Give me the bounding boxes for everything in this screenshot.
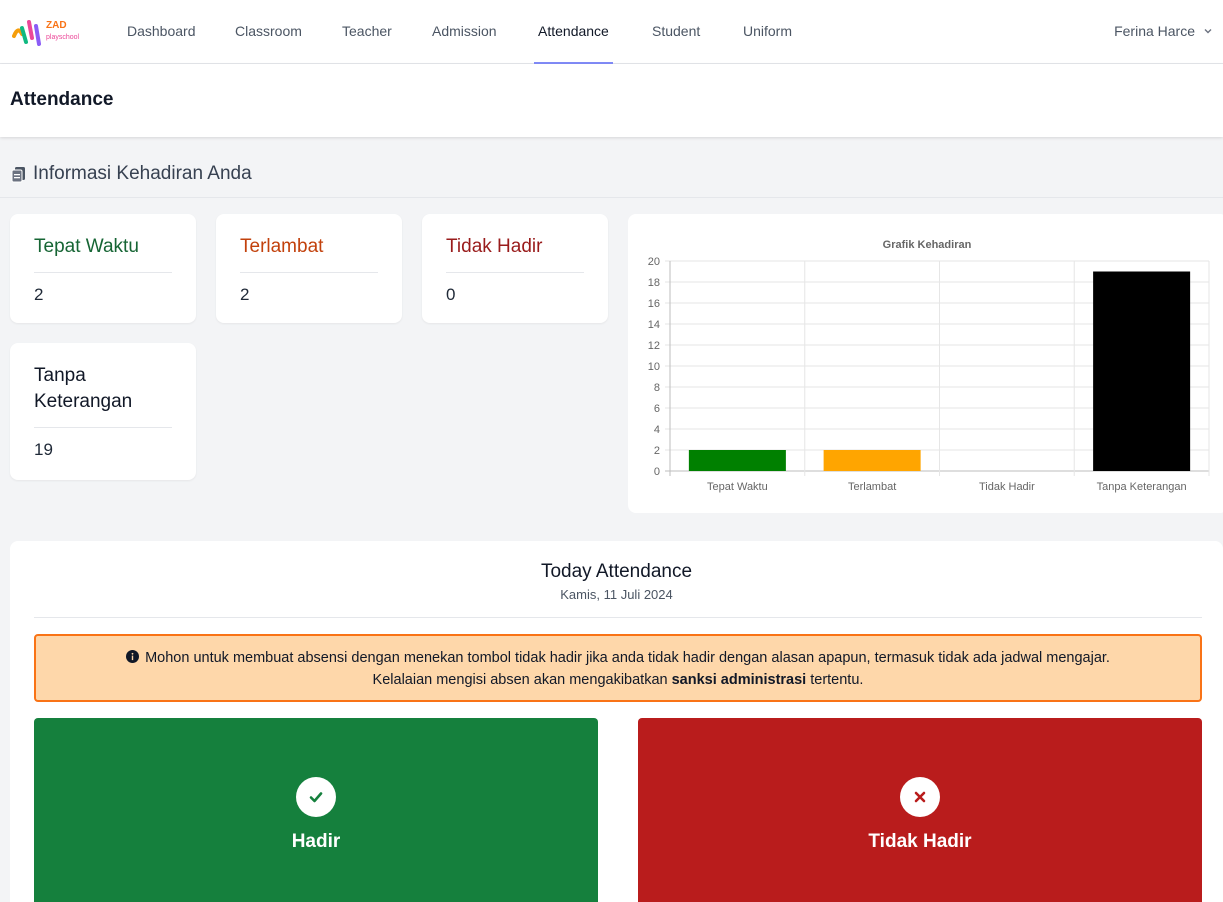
tidak-hadir-button[interactable]: Tidak Hadir	[638, 718, 1202, 902]
stat-value: 19	[34, 440, 53, 459]
check-circle	[296, 777, 336, 817]
y-tick-label: 12	[648, 340, 660, 352]
stat-value: 2	[34, 285, 44, 304]
y-tick-label: 4	[654, 424, 660, 436]
tidak-hadir-label: Tidak Hadir	[868, 831, 972, 852]
y-tick-label: 0	[654, 466, 660, 478]
svg-text:playschool: playschool	[46, 34, 80, 41]
stat-card-terlambat: Terlambat 2	[216, 214, 402, 323]
y-tick-label: 10	[648, 361, 660, 373]
y-tick-label: 6	[654, 403, 660, 415]
stat-label: Terlambat	[240, 234, 378, 273]
today-title: Today Attendance	[540, 561, 693, 582]
stat-label: Tanpa Keterangan	[34, 363, 172, 428]
clipboard-icon	[11, 166, 25, 182]
nav-teacher[interactable]: Teacher	[338, 0, 396, 64]
bar-tanpa-keterangan	[1093, 271, 1191, 471]
page-header: Attendance	[0, 64, 1223, 137]
chart-title: Grafik Kehadiran	[883, 239, 972, 251]
stat-card-tepat-waktu: Tepat Waktu 2	[10, 214, 196, 323]
y-tick-label: 14	[648, 319, 660, 331]
notice-text-2: Kelalaian mengisi absen akan mengakibatk…	[372, 672, 672, 688]
x-circle	[900, 777, 940, 817]
notice-line-2: Kelalaian mengisi absen akan mengakibatk…	[36, 669, 1200, 691]
today-attendance-card: Today Attendance Kamis, 11 Juli 2024 Moh…	[10, 541, 1223, 902]
y-tick-label: 8	[654, 382, 660, 394]
x-tick-label: Terlambat	[848, 481, 896, 493]
notice-text-1: Mohon untuk membuat absensi dengan menek…	[145, 650, 1110, 666]
svg-text:ZAD: ZAD	[46, 20, 67, 31]
stat-card-tidak-hadir: Tidak Hadir 0	[422, 214, 608, 323]
notice-bold-text: sanksi administrasi	[671, 672, 807, 688]
chevron-down-icon	[1204, 29, 1212, 34]
top-navbar: ZAD playschool Dashboard Classroom Teach…	[0, 0, 1223, 64]
section-title-text: Informasi Kehadiran Anda	[33, 163, 252, 184]
x-tick-label: Tidak Hadir	[979, 481, 1035, 493]
close-icon	[914, 791, 926, 803]
nav-admission[interactable]: Admission	[428, 0, 501, 64]
hadir-label: Hadir	[291, 831, 341, 852]
nav-uniform[interactable]: Uniform	[739, 0, 796, 64]
stat-value: 2	[240, 285, 250, 304]
attendance-bar-chart: Grafik Kehadiran 0 2 4 6 8 10 12 14 16 18 20 Tepat W…	[648, 239, 1210, 493]
stat-label: Tepat Waktu	[34, 234, 172, 273]
y-tick-label: 18	[648, 277, 660, 289]
y-tick-label: 16	[648, 298, 660, 310]
today-date: Kamis, 11 Juli 2024	[560, 587, 673, 602]
notice-line-1: Mohon untuk membuat absensi dengan menek…	[36, 647, 1200, 669]
user-name: Ferina Harce	[1114, 23, 1195, 39]
x-tick-label: Tepat Waktu	[707, 481, 768, 493]
bar-terlambat	[823, 450, 921, 471]
notice-text-3: tertentu.	[806, 672, 864, 688]
hadir-button[interactable]: Hadir	[34, 718, 598, 902]
section-title: Informasi Kehadiran Anda	[10, 163, 252, 185]
stat-card-tanpa-keterangan: Tanpa Keterangan 19	[10, 343, 196, 480]
info-icon	[126, 650, 140, 663]
user-menu[interactable]: Ferina Harce	[1114, 0, 1213, 62]
x-tick-label: Tanpa Keterangan	[1097, 481, 1187, 493]
stat-value: 0	[446, 285, 456, 304]
stat-label: Tidak Hadir	[446, 234, 584, 273]
section-divider	[0, 197, 1223, 198]
today-divider	[34, 617, 1202, 618]
zad-playschool-logo[interactable]: ZAD playschool	[12, 14, 82, 48]
nav-classroom[interactable]: Classroom	[231, 0, 306, 64]
bar-tepat-waktu	[688, 450, 786, 471]
warning-notice: Mohon untuk membuat absensi dengan menek…	[34, 634, 1202, 702]
attendance-chart-card: Grafik Kehadiran 0 2 4 6 8 10 12 14 16 18 20 Tepat W…	[628, 214, 1223, 513]
nav-attendance[interactable]: Attendance	[534, 0, 613, 64]
y-tick-label: 20	[648, 256, 660, 268]
nav-dashboard[interactable]: Dashboard	[123, 0, 200, 64]
page-title: Attendance	[10, 89, 114, 110]
y-tick-label: 2	[654, 445, 660, 457]
nav-student[interactable]: Student	[648, 0, 704, 64]
check-icon	[309, 792, 323, 803]
